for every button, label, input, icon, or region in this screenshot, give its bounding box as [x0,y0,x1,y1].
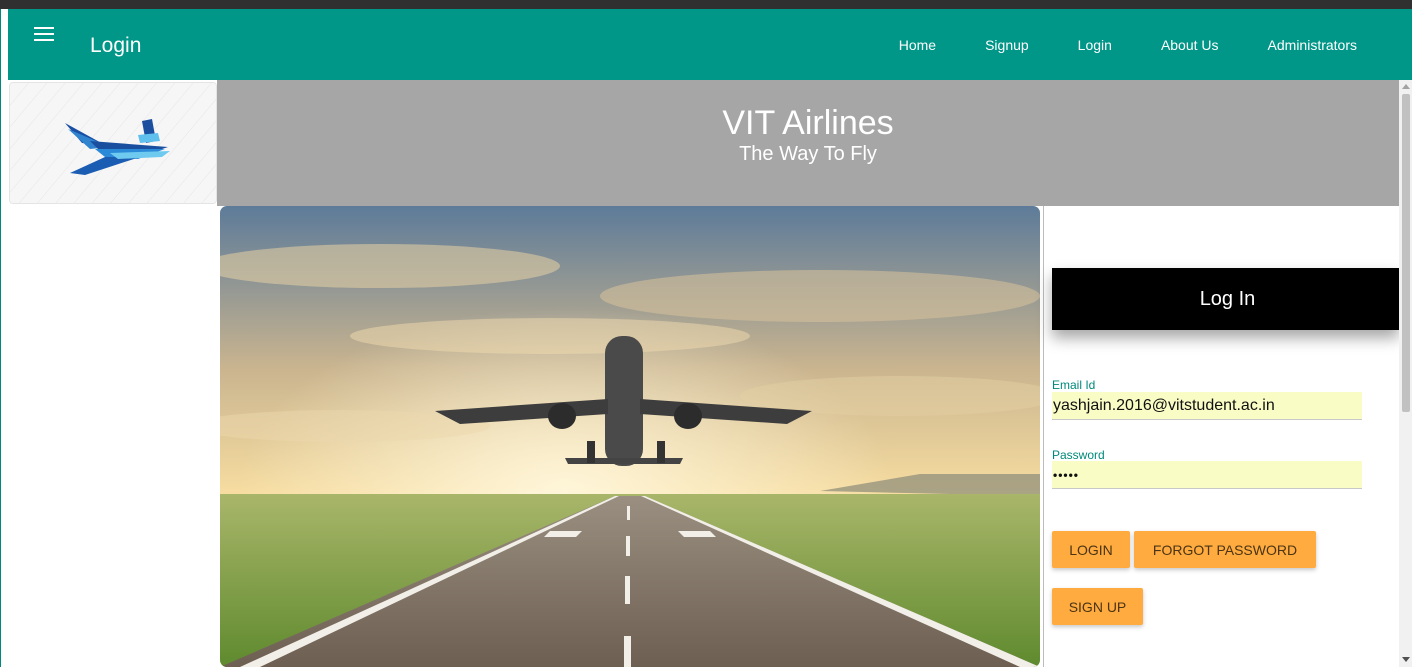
password-label: Password [1052,448,1105,462]
nav-link-signup[interactable]: Signup [985,37,1029,53]
nav-link-login[interactable]: Login [1078,37,1112,53]
nav-link-about-us[interactable]: About Us [1161,37,1219,53]
airplane-logo-icon [10,83,216,203]
airplane-takeoff-runway-photo [220,206,1040,667]
login-header: Log In [1052,268,1399,330]
hero-image [220,206,1040,667]
banner-title: VIT Airlines [722,104,894,142]
vertical-scrollbar[interactable] [1399,80,1412,667]
nav-link-administrators[interactable]: Administrators [1268,37,1357,53]
scroll-thumb[interactable] [1402,94,1410,412]
login-header-title: Log In [1199,288,1256,310]
airline-logo [9,82,217,204]
top-navbar: Login Home Signup Login About Us Adminis… [8,9,1412,80]
email-label: Email Id [1052,378,1096,392]
content-divider [1043,206,1044,667]
scroll-down-arrow-icon[interactable] [1402,657,1410,662]
page-left-edge [0,9,8,667]
nav-link-home[interactable]: Home [899,37,936,53]
airline-banner: VIT Airlines The Way To Fly [217,80,1399,206]
email-field[interactable] [1052,392,1362,420]
hamburger-menu-icon[interactable] [34,27,54,43]
banner-subtitle: The Way To Fly [739,143,877,165]
login-button[interactable]: LOGIN [1052,531,1130,568]
password-field[interactable] [1052,461,1362,489]
signup-button[interactable]: SIGN UP [1052,588,1143,625]
scroll-up-arrow-icon[interactable] [1402,84,1410,89]
forgot-password-button[interactable]: FORGOT PASSWORD [1134,531,1316,568]
nav-links: Home Signup Login About Us Administrator… [899,9,1412,80]
navbar-title: Login [90,34,142,57]
window-top-strip [0,0,1412,9]
